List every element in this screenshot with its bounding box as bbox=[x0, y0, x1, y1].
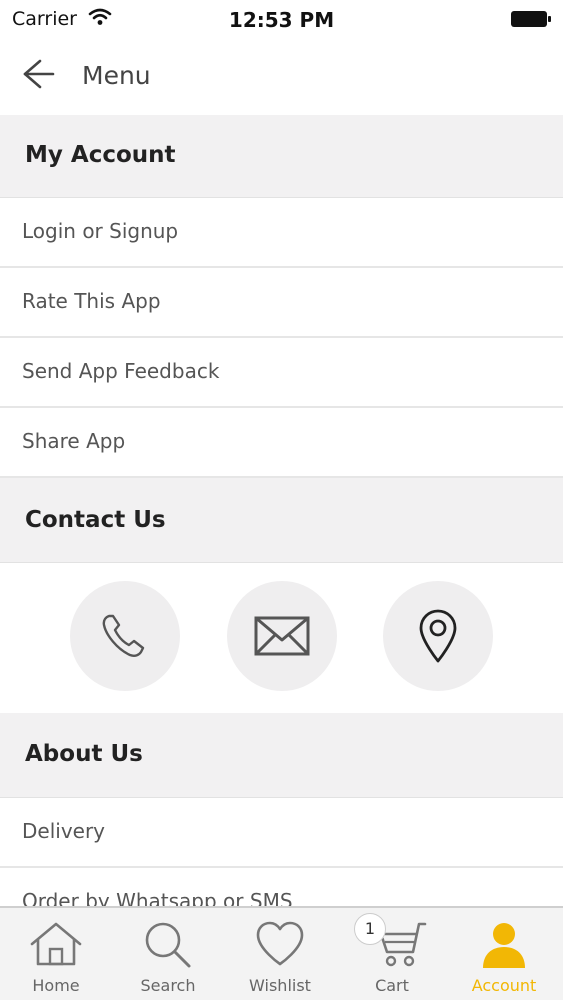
tab-label: Home bbox=[32, 976, 80, 995]
status-bar: Carrier 12:53 PM bbox=[0, 0, 563, 40]
menu-item-rate-app[interactable]: Rate This App bbox=[0, 268, 563, 338]
menu-item-label: Send App Feedback bbox=[22, 359, 220, 383]
tab-wishlist[interactable]: Wishlist bbox=[224, 908, 336, 1000]
mail-icon bbox=[254, 616, 310, 656]
tab-label: Cart bbox=[375, 976, 409, 995]
section-header-my-account: My Account bbox=[0, 115, 563, 198]
back-arrow-icon[interactable] bbox=[20, 56, 56, 96]
email-button[interactable] bbox=[227, 581, 337, 691]
person-icon bbox=[483, 923, 525, 968]
tab-home[interactable]: Home bbox=[0, 908, 112, 1000]
tab-label: Wishlist bbox=[249, 976, 311, 995]
menu-item-delivery[interactable]: Delivery bbox=[0, 798, 563, 868]
section-title: Contact Us bbox=[25, 507, 166, 533]
menu-item-label: Delivery bbox=[22, 819, 106, 843]
menu-item-label: Rate This App bbox=[22, 289, 161, 313]
cart-count-badge: 1 bbox=[354, 913, 386, 945]
tab-label: Search bbox=[140, 976, 196, 995]
tab-bar: Home Search Wishlist 1 Cart Account bbox=[0, 906, 563, 1000]
menu-item-login-signup[interactable]: Login or Signup bbox=[0, 198, 563, 268]
tab-cart[interactable]: 1 Cart bbox=[336, 908, 448, 1000]
heart-icon bbox=[256, 921, 304, 966]
tab-label: Account bbox=[471, 976, 537, 995]
section-header-about-us: About Us bbox=[0, 713, 563, 798]
menu-item-label: Login or Signup bbox=[22, 219, 179, 243]
menu-item-share-app[interactable]: Share App bbox=[0, 408, 563, 478]
menu-item-label: Share App bbox=[22, 429, 126, 453]
page-title: Menu bbox=[82, 61, 151, 90]
section-title: About Us bbox=[25, 741, 143, 767]
section-header-contact-us: Contact Us bbox=[0, 478, 563, 563]
tab-account[interactable]: Account bbox=[448, 908, 560, 1000]
phone-icon bbox=[102, 614, 145, 657]
battery-icon bbox=[510, 10, 552, 32]
nav-bar: Menu bbox=[0, 40, 563, 115]
home-icon bbox=[30, 922, 82, 966]
status-time: 12:53 PM bbox=[228, 8, 335, 32]
section-title: My Account bbox=[25, 142, 176, 168]
location-pin-icon bbox=[419, 609, 457, 663]
location-button[interactable] bbox=[383, 581, 493, 691]
contact-buttons bbox=[0, 563, 563, 713]
phone-button[interactable] bbox=[70, 581, 180, 691]
menu-item-send-feedback[interactable]: Send App Feedback bbox=[0, 338, 563, 408]
search-icon bbox=[145, 922, 191, 968]
tab-search[interactable]: Search bbox=[112, 908, 224, 1000]
